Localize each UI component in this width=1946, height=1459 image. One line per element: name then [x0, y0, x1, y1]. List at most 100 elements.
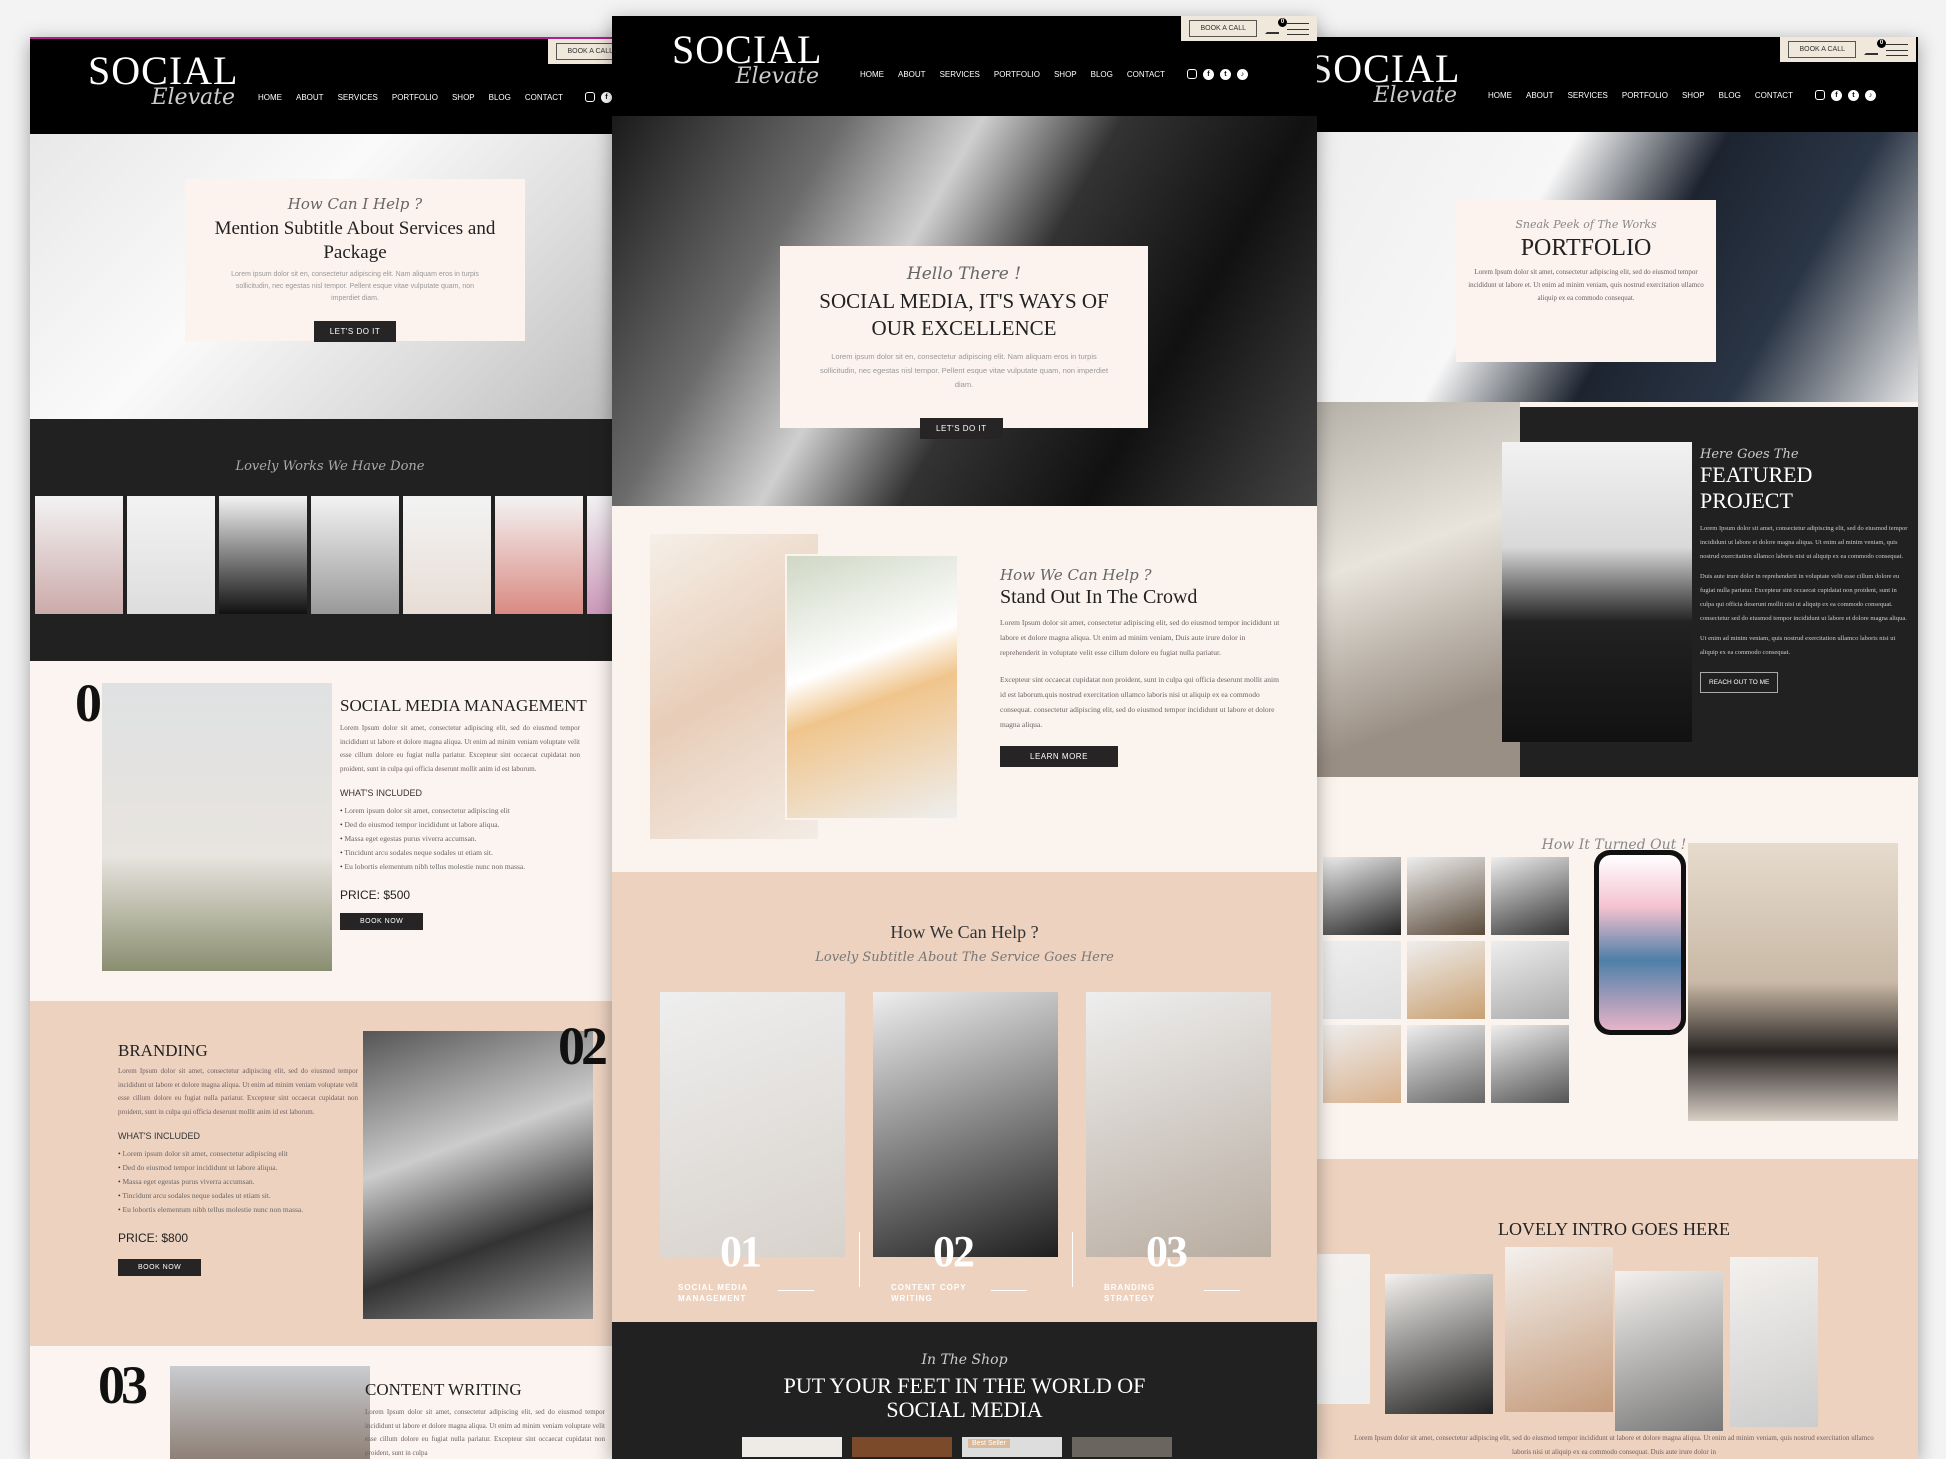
nav-item-about[interactable]: ABOUT — [898, 70, 926, 79]
result-thumbnail[interactable] — [1491, 941, 1569, 1019]
included-item: Massa eget egestas purus viverra accumsa… — [340, 832, 580, 846]
lets-do-it-button[interactable]: LET'S DO IT — [920, 418, 1003, 439]
work-thumbnail[interactable] — [495, 496, 583, 614]
lets-do-it-button[interactable]: LET'S DO IT — [313, 321, 397, 342]
nav-item-services[interactable]: SERVICES — [1568, 91, 1608, 100]
nav-item-portfolio[interactable]: PORTFOLIO — [392, 93, 438, 102]
nav-item-shop[interactable]: SHOP — [452, 93, 475, 102]
phone-mockup — [1594, 850, 1686, 1035]
twitter-icon[interactable]: t — [1219, 69, 1231, 80]
featured-text: Here Goes The FEATURED PROJECT Lorem Ips… — [1700, 447, 1910, 693]
service-details: SOCIAL MEDIA MANAGEMENT Lorem Ipsum dolo… — [340, 696, 587, 930]
instagram-icon[interactable] — [1186, 69, 1197, 79]
social-links: ft ♪ — [1186, 69, 1248, 80]
service-title: SOCIAL MEDIA MANAGEMENT — [340, 696, 587, 715]
help-card[interactable]: 02 CONTENT COPY WRITING — [873, 992, 1058, 1303]
shop-title: PUT YOUR FEET IN THE WORLD OF SOCIAL MED… — [783, 1373, 1146, 1422]
service-price: PRICE: $800 — [118, 1231, 189, 1245]
work-thumbnail[interactable] — [219, 496, 307, 614]
nav-item-blog[interactable]: BLOG — [1091, 70, 1113, 79]
nav-item-home[interactable]: HOME — [860, 70, 884, 79]
instagram-icon[interactable] — [584, 92, 595, 102]
work-thumbnail[interactable] — [35, 496, 123, 614]
nav-item-shop[interactable]: SHOP — [1054, 70, 1077, 79]
reach-out-button[interactable]: REACH OUT TO ME — [1700, 672, 1779, 693]
result-thumbnail[interactable] — [1407, 857, 1485, 935]
menu-icon[interactable] — [1886, 43, 1908, 56]
work-thumbnail[interactable] — [127, 496, 215, 614]
instagram-icon[interactable] — [1814, 90, 1825, 100]
cart-icon[interactable]: 0 — [1265, 17, 1287, 34]
logo[interactable]: SOCIAL Elevate — [88, 51, 238, 111]
logo[interactable]: SOCIAL Elevate — [672, 30, 822, 90]
learn-more-button[interactable]: LEARN MORE — [1000, 746, 1118, 767]
tiktok-icon[interactable]: ♪ — [1236, 69, 1248, 80]
help-card-label: CONTENT COPY WRITING — [891, 1283, 967, 1303]
nav-item-services[interactable]: SERVICES — [940, 70, 980, 79]
portfolio-page-mockup: SOCIAL Elevate HOME ABOUT SERVICES PORTFOLI… — [1310, 37, 1918, 1459]
result-thumbnail[interactable] — [1323, 1025, 1401, 1103]
book-now-button[interactable]: BOOK NOW — [340, 913, 424, 930]
nav-item-shop[interactable]: SHOP — [1682, 91, 1705, 100]
included-item: Ded do eiusmod tempor incididunt ut labo… — [340, 818, 580, 832]
nav-item-home[interactable]: HOME — [258, 93, 282, 102]
product-card[interactable]: Best Seller — [962, 1437, 1062, 1457]
arrow-right-icon[interactable] — [778, 1290, 814, 1291]
book-call-button[interactable]: BOOK A CALL — [1189, 20, 1257, 37]
nav-item-portfolio[interactable]: PORTFOLIO — [994, 70, 1040, 79]
included-label: WHAT'S INCLUDED — [340, 788, 423, 798]
hero-script: Hello There ! — [906, 264, 1022, 284]
service-price: PRICE: $500 — [340, 888, 411, 902]
help-card[interactable]: 01 SOCIAL MEDIA MANAGEMENT — [660, 992, 845, 1303]
hero-script: Sneak Peek of The Works — [1515, 218, 1657, 231]
twitter-icon[interactable]: t — [1847, 90, 1859, 101]
tiktok-icon[interactable]: ♪ — [1864, 90, 1876, 101]
hero-script: How Can I Help ? — [287, 195, 423, 213]
facebook-icon[interactable]: f — [1830, 90, 1842, 101]
result-thumbnail[interactable] — [1491, 1025, 1569, 1103]
nav-item-blog[interactable]: BLOG — [1719, 91, 1741, 100]
included-list: Lorem ipsum dolor sit amet, consectetur … — [118, 1147, 358, 1217]
nav-item-contact[interactable]: CONTACT — [1127, 70, 1165, 79]
result-thumbnail[interactable] — [1407, 1025, 1485, 1103]
intro-body: Lorem Ipsum dolor sit amet, consectetur … — [1354, 1434, 1874, 1456]
nav-item-contact[interactable]: CONTACT — [1755, 91, 1793, 100]
included-item: Eu lobortis elementum nibh tellus molest… — [340, 860, 580, 874]
nav-item-services[interactable]: SERVICES — [338, 93, 378, 102]
product-card[interactable] — [852, 1437, 952, 1457]
nav-item-about[interactable]: ABOUT — [296, 93, 324, 102]
cart-icon[interactable]: 0 — [1864, 38, 1886, 55]
nav-item-contact[interactable]: CONTACT — [525, 93, 563, 102]
arrow-right-icon[interactable] — [1204, 1290, 1240, 1291]
work-thumbnail[interactable] — [403, 496, 491, 614]
services-page-mockup: SOCIAL Elevate HOME ABOUT SERVICES PORTFOLI… — [30, 37, 630, 1459]
arrow-right-icon[interactable] — [991, 1290, 1027, 1291]
help-card-image — [660, 992, 845, 1257]
nav-item-portfolio[interactable]: PORTFOLIO — [1622, 91, 1668, 100]
result-thumbnail[interactable] — [1491, 857, 1569, 935]
book-call-button[interactable]: BOOK A CALL — [1788, 41, 1856, 58]
product-card[interactable] — [742, 1437, 842, 1457]
nav-item-blog[interactable]: BLOG — [489, 93, 511, 102]
menu-icon[interactable] — [1287, 22, 1309, 35]
product-card[interactable] — [1072, 1437, 1172, 1457]
facebook-icon[interactable]: f — [1202, 69, 1214, 80]
help-card-number: 01 — [720, 1227, 762, 1276]
result-thumbnail[interactable] — [1323, 941, 1401, 1019]
help-card-number: 03 — [1146, 1227, 1188, 1276]
help-card-label: SOCIAL MEDIA MANAGEMENT — [678, 1283, 748, 1303]
service-01: 01 SOCIAL MEDIA MANAGEMENT Lorem Ipsum d… — [30, 661, 630, 1001]
hero-title: SOCIAL MEDIA, IT'S WAYS OF OUR EXCELLENC… — [819, 289, 1109, 340]
logo[interactable]: SOCIAL Elevate — [1310, 49, 1460, 109]
nav-item-home[interactable]: HOME — [1488, 91, 1512, 100]
result-thumbnail[interactable] — [1323, 857, 1401, 935]
work-thumbnail[interactable] — [311, 496, 399, 614]
featured-section: Here Goes The FEATURED PROJECT Lorem Ips… — [1502, 407, 1918, 777]
facebook-icon[interactable]: f — [600, 92, 612, 103]
nav-item-about[interactable]: ABOUT — [1526, 91, 1554, 100]
result-thumbnail[interactable] — [1407, 941, 1485, 1019]
book-now-button[interactable]: BOOK NOW — [118, 1259, 202, 1276]
intro-title: LOVELY INTRO GOES HERE — [1497, 1219, 1730, 1239]
site-header: SOCIAL Elevate HOME ABOUT SERVICES PORTFOLI… — [612, 16, 1317, 116]
help-card[interactable]: 03 BRANDING STRATEGY — [1086, 992, 1271, 1303]
